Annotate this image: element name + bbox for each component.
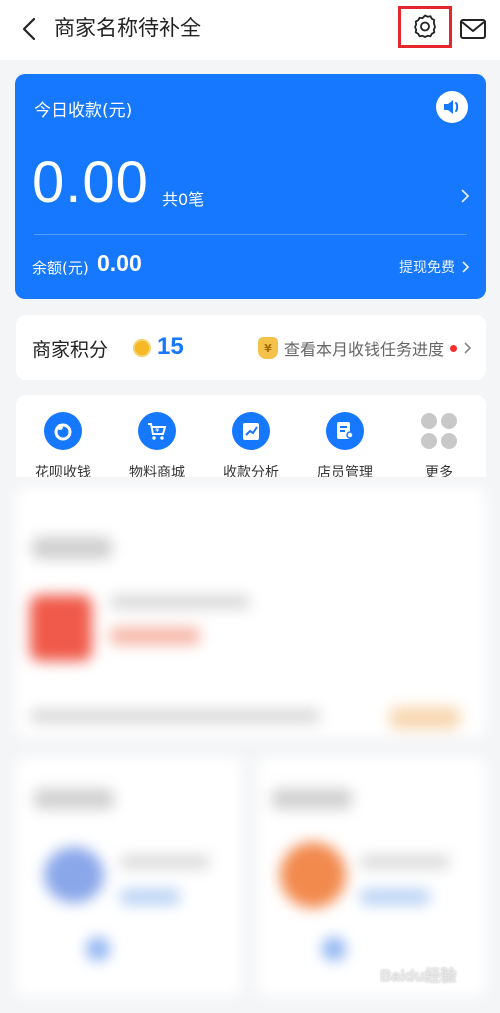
notification-dot xyxy=(450,344,457,352)
tool-staff-management[interactable]: 店员管理 xyxy=(300,412,390,477)
voice-broadcast-button[interactable] xyxy=(436,91,468,123)
task-link-label: 查看本月收钱任务进度 xyxy=(283,340,444,359)
huabei-icon xyxy=(44,412,82,450)
tools-grid: 花呗收钱 ¥ 物料商城 收款分析 店员管理 更多 xyxy=(16,395,486,477)
tool-label: 更多 xyxy=(425,465,453,477)
tool-label: 花呗收钱 xyxy=(35,465,91,477)
staff-icon xyxy=(326,412,364,450)
monthly-task-link[interactable]: ¥ 查看本月收钱任务进度 xyxy=(257,336,472,360)
chevron-right-icon xyxy=(464,342,472,354)
today-payment-card[interactable]: 今日收款(元) 0.00 共0笔 余额(元) 0.00 提现免费 xyxy=(15,74,486,299)
divider xyxy=(34,234,467,235)
settings-gear-icon xyxy=(414,14,436,38)
today-payment-label: 今日收款(元) xyxy=(34,101,133,121)
tool-label: 店员管理 xyxy=(317,465,373,477)
coin-icon xyxy=(133,339,151,357)
merchant-points-card[interactable]: 商家积分 15 ¥ 查看本月收钱任务进度 xyxy=(16,315,486,380)
back-button[interactable] xyxy=(14,14,44,44)
svg-text:¥: ¥ xyxy=(155,426,160,434)
shop-cart-icon: ¥ xyxy=(138,412,176,450)
withdraw-label: 提现免费 xyxy=(399,260,455,276)
tool-huabei[interactable]: 花呗收钱 xyxy=(18,412,108,477)
balance-value: 0.00 xyxy=(97,250,142,276)
more-grid-icon xyxy=(420,412,458,450)
today-payment-amount: 0.00 xyxy=(32,150,149,215)
message-button[interactable] xyxy=(458,14,488,44)
baidu-watermark: Baidu经验 xyxy=(380,968,457,985)
tool-label: 物料商城 xyxy=(129,465,185,477)
speaker-icon xyxy=(444,100,459,114)
chevron-right-icon xyxy=(462,261,470,273)
chevron-right-icon xyxy=(461,189,470,203)
tool-label: 收款分析 xyxy=(223,465,279,477)
chart-icon xyxy=(232,412,270,450)
tool-payment-analysis[interactable]: 收款分析 xyxy=(206,412,296,477)
payment-count: 共0笔 xyxy=(162,190,205,209)
balance-label: 余额(元) xyxy=(32,259,89,277)
mail-icon xyxy=(460,19,486,39)
back-arrow-icon xyxy=(22,17,36,41)
merchant-points-label: 商家积分 xyxy=(32,339,109,361)
settings-button[interactable] xyxy=(398,6,452,48)
money-bag-icon: ¥ xyxy=(257,337,278,359)
tool-more[interactable]: 更多 xyxy=(394,412,484,477)
tool-material-store[interactable]: ¥ 物料商城 xyxy=(112,412,202,477)
merchant-points-value: 15 xyxy=(157,333,184,360)
page-title: 商家名称待补全 xyxy=(54,16,201,40)
blurred-content-area xyxy=(0,477,500,1013)
withdraw-link[interactable]: 提现免费 xyxy=(399,257,470,277)
top-nav-bar: 商家名称待补全 xyxy=(0,0,500,60)
